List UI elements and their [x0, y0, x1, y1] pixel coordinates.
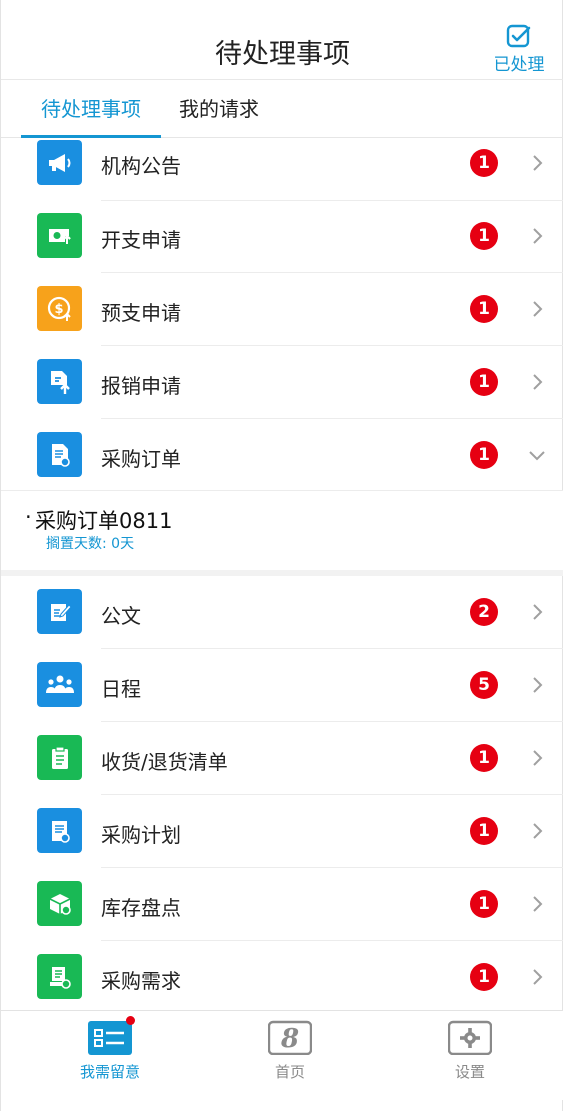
chevron-right-icon [533, 823, 543, 839]
count-badge: 1 [470, 890, 498, 918]
bottom-tab-bar: 我需留意 8 首页 设置 [1, 1010, 563, 1100]
list-icon [88, 1016, 135, 1055]
document-upload-icon [37, 359, 82, 404]
app-frame: 待处理事项 已处理 待处理事项 我的请求 机构公告 1 开支申请 1 $ 预支申… [0, 0, 563, 1111]
item-label: 库存盘点 [101, 896, 181, 920]
item-label: 报销申请 [101, 374, 181, 398]
clipboard-icon [37, 735, 82, 780]
purchase-order-detail[interactable]: 采购订单0811 搁置天数: 0天 [1, 490, 563, 576]
tab-label: 首页 [274, 1063, 305, 1081]
order-title: 采购订单0811 [25, 505, 172, 535]
money-upload-icon [37, 213, 82, 258]
order-document-icon [37, 432, 82, 477]
chevron-right-icon [533, 228, 543, 244]
list-item-expense[interactable]: 开支申请 1 [1, 200, 563, 273]
request-document-icon [37, 954, 82, 999]
item-label: 采购需求 [101, 969, 181, 993]
notification-dot [126, 1016, 135, 1025]
chevron-right-icon [533, 677, 543, 693]
chevron-right-icon [533, 896, 543, 912]
count-badge: 1 [470, 441, 498, 469]
chevron-right-icon [533, 374, 543, 390]
item-label: 采购计划 [101, 823, 181, 847]
count-badge: 1 [470, 963, 498, 991]
tab-label: 设置 [454, 1063, 485, 1081]
list-item-official-document[interactable]: 公文 2 [1, 576, 563, 649]
chevron-right-icon [533, 301, 543, 317]
chevron-right-icon [533, 969, 543, 985]
edit-document-icon [37, 589, 82, 634]
list-item-inventory[interactable]: 库存盘点 1 [1, 868, 563, 941]
people-icon [37, 662, 82, 707]
count-badge: 1 [470, 817, 498, 845]
tab-home[interactable]: 8 首页 [235, 1019, 345, 1082]
tab-settings[interactable]: 设置 [415, 1019, 525, 1082]
list-item-purchase-request[interactable]: 采购需求 1 [1, 941, 563, 1014]
checkbox-icon [506, 24, 531, 48]
count-badge: 1 [470, 368, 498, 396]
chevron-right-icon [533, 604, 543, 620]
page-title: 待处理事项 [215, 39, 350, 70]
list-item-advance[interactable]: $ 预支申请 1 [1, 273, 563, 346]
item-label: 收货/退货清单 [101, 750, 228, 774]
list-item-reimbursement[interactable]: 报销申请 1 [1, 346, 563, 419]
tab-label: 我需留意 [79, 1063, 140, 1081]
processed-label: 已处理 [493, 55, 545, 75]
tab-attention[interactable]: 我需留意 [55, 1016, 165, 1082]
list-item-purchase-order[interactable]: 采购订单 1 [1, 419, 563, 492]
list-item-receipt-return[interactable]: 收货/退货清单 1 [1, 722, 563, 795]
dollar-coin-icon: $ [37, 286, 82, 331]
item-label: 采购订单 [101, 447, 181, 471]
item-label: 开支申请 [101, 228, 181, 252]
count-badge: 1 [470, 222, 498, 250]
item-label: 预支申请 [101, 301, 181, 325]
plan-document-icon [37, 808, 82, 853]
list-item-announcement[interactable]: 机构公告 1 [1, 128, 563, 201]
item-label: 公文 [101, 604, 141, 628]
item-label: 日程 [101, 677, 141, 701]
home-8-icon: 8 [267, 1019, 313, 1056]
list-item-schedule[interactable]: 日程 5 [1, 649, 563, 722]
count-badge: 2 [470, 598, 498, 626]
chevron-right-icon [533, 155, 543, 171]
count-badge: 1 [470, 149, 498, 177]
svg-text:8: 8 [280, 1024, 299, 1054]
gear-icon [447, 1019, 493, 1056]
megaphone-icon [37, 140, 82, 185]
count-badge: 1 [470, 744, 498, 772]
header: 待处理事项 已处理 [1, 10, 563, 80]
processed-button[interactable]: 已处理 [488, 24, 550, 76]
order-idle-days: 搁置天数: 0天 [46, 536, 135, 552]
svg-text:$: $ [54, 302, 63, 317]
count-badge: 1 [470, 295, 498, 323]
box-icon [37, 881, 82, 926]
count-badge: 5 [470, 671, 498, 699]
chevron-down-icon [529, 451, 545, 461]
list-item-purchase-plan[interactable]: 采购计划 1 [1, 795, 563, 868]
item-label: 机构公告 [101, 154, 181, 178]
chevron-right-icon [533, 750, 543, 766]
